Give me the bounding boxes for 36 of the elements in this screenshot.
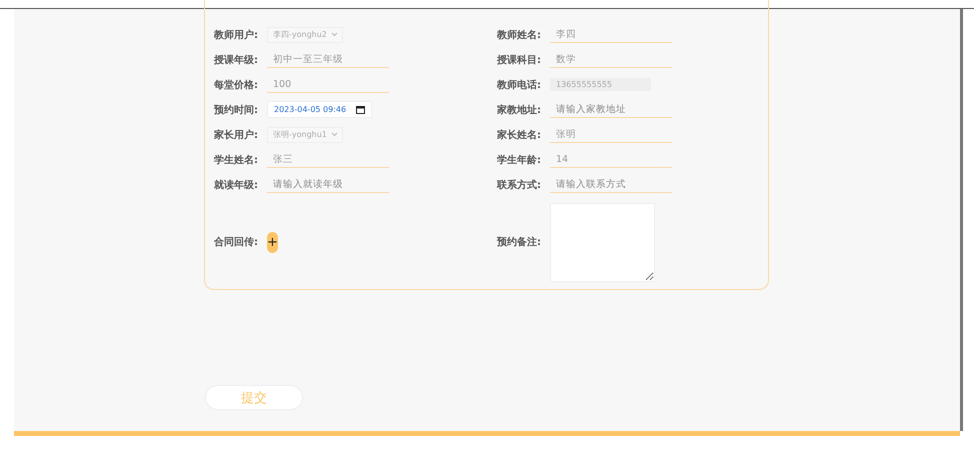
- field-label: 联系方式:: [497, 178, 542, 192]
- input-field[interactable]: 13655555555: [550, 78, 651, 91]
- field-label: 预约时间:: [214, 104, 259, 116]
- input-field[interactable]: 李四: [550, 26, 672, 42]
- notes-textarea[interactable]: [550, 202, 655, 282]
- input-field[interactable]: 张明: [550, 126, 672, 142]
- input-field[interactable]: 数学: [550, 52, 672, 68]
- calendar-icon: [356, 106, 366, 114]
- upload-button[interactable]: +: [267, 232, 278, 252]
- submit-button[interactable]: 提交: [205, 385, 303, 410]
- caret-icon: [330, 132, 338, 137]
- field-label: 教师电话:: [497, 78, 542, 92]
- field-label: 预约备注:: [497, 235, 542, 249]
- input-field[interactable]: 14: [550, 152, 672, 168]
- input-field[interactable]: 请输入联系方式: [550, 176, 672, 192]
- field-label: 合同回传:: [214, 236, 259, 249]
- field-label: 家长用户:: [214, 128, 259, 142]
- input-field[interactable]: 初中一至三年级: [267, 52, 389, 68]
- datetime-field[interactable]: 2023-04-05 09:46: [267, 101, 372, 118]
- field-label: 学生姓名:: [214, 154, 259, 166]
- select-field[interactable]: 张明-yonghu1: [267, 126, 343, 142]
- field-label: 教师姓名:: [497, 28, 542, 42]
- input-field[interactable]: 100: [267, 76, 389, 92]
- field-label: 就读年级:: [214, 178, 259, 192]
- field-label: 授课科目:: [497, 54, 542, 66]
- input-field[interactable]: 请输入家教地址: [550, 102, 672, 118]
- field-label: 家教地址:: [497, 103, 542, 116]
- caret-icon: [330, 32, 338, 37]
- field-label: 授课年级:: [214, 54, 259, 66]
- field-label: 家长姓名:: [497, 128, 542, 142]
- input-field[interactable]: 请输入就读年级: [267, 176, 389, 192]
- select-field[interactable]: 李四-yonghu2: [267, 26, 343, 42]
- input-field[interactable]: 张三: [267, 152, 389, 168]
- field-label: 教师用户:: [214, 28, 259, 42]
- field-label: 学生年龄:: [497, 154, 542, 166]
- field-label: 每堂价格:: [214, 78, 259, 92]
